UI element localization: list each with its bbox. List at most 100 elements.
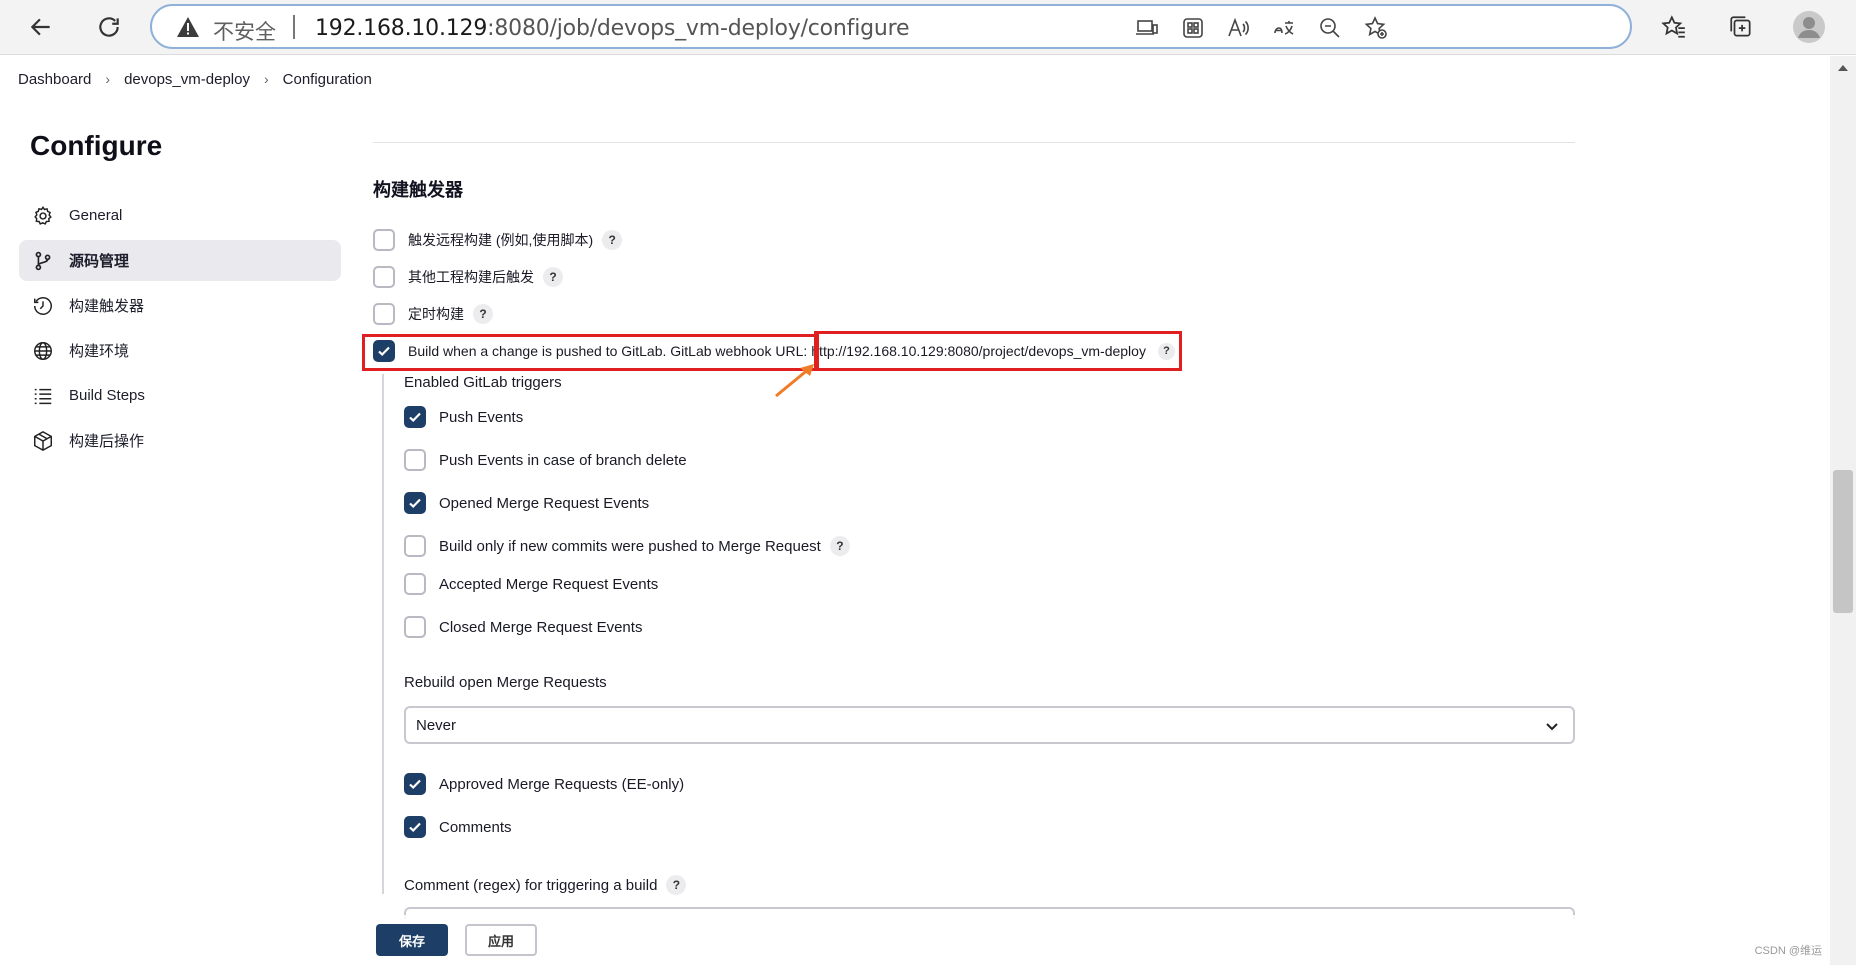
- event-push-branch-delete[interactable]: Push Events in case of branch delete: [404, 449, 687, 471]
- event-new-commits-mr[interactable]: Build only if new commits were pushed to…: [404, 535, 850, 557]
- sidebar-item-label: 源码管理: [69, 253, 130, 270]
- checkbox[interactable]: [404, 573, 426, 595]
- event-comments[interactable]: Comments: [404, 816, 512, 838]
- address-separator: [293, 15, 295, 39]
- read-aloud-icon[interactable]: [1225, 15, 1251, 41]
- checkbox[interactable]: [404, 449, 426, 471]
- rebuild-mr-select[interactable]: Never: [404, 706, 1575, 744]
- sidebar-item-label: Build Steps: [69, 387, 145, 404]
- event-accepted-mr[interactable]: Accepted Merge Request Events: [404, 573, 658, 595]
- sidebar-item-triggers[interactable]: 构建触发器: [19, 285, 341, 326]
- url-text[interactable]: 192.168.10.129:8080/job/devops_vm-deploy…: [315, 16, 910, 41]
- bottom-action-bar: [0, 915, 1830, 965]
- enabled-triggers-label: Enabled GitLab triggers: [404, 374, 562, 391]
- app-grid-icon[interactable]: [1180, 15, 1206, 41]
- chevron-right-icon: ›: [263, 71, 269, 87]
- trigger-label: 其他工程构建后触发: [408, 269, 534, 285]
- breadcrumb-dashboard[interactable]: Dashboard: [18, 71, 91, 88]
- rebuild-mr-label: Rebuild open Merge Requests: [404, 674, 607, 691]
- breadcrumb-configuration[interactable]: Configuration: [283, 71, 372, 88]
- sidebar-item-environment[interactable]: 构建环境: [19, 330, 341, 371]
- check-icon: [409, 412, 421, 423]
- insecure-label[interactable]: 不安全: [213, 16, 276, 46]
- sidebar-item-general[interactable]: General: [19, 195, 341, 236]
- check-icon: [409, 822, 421, 833]
- page-title: Configure: [30, 130, 163, 161]
- select-value: Never: [416, 717, 457, 734]
- trigger-label: 定时构建: [408, 306, 464, 322]
- trigger-periodic-build[interactable]: 定时构建 ?: [373, 303, 493, 325]
- branch-icon: [31, 249, 55, 273]
- checkbox[interactable]: [373, 303, 395, 325]
- watermark: CSDN @维运: [1754, 945, 1822, 957]
- sidebar-item-label: 构建触发器: [69, 298, 145, 315]
- help-icon[interactable]: ?: [473, 304, 493, 324]
- checkbox[interactable]: [404, 616, 426, 638]
- sidebar-item-scm[interactable]: 源码管理: [19, 240, 341, 281]
- scrollbar-thumb[interactable]: [1833, 470, 1853, 613]
- annotation-arrow: [775, 364, 814, 398]
- checkbox-checked[interactable]: [404, 406, 426, 428]
- checkbox-checked[interactable]: [404, 816, 426, 838]
- add-favorite-icon[interactable]: [1363, 15, 1389, 41]
- event-label: Build only if new commits were pushed to…: [439, 537, 821, 555]
- checkbox-checked[interactable]: [404, 773, 426, 795]
- event-opened-mr[interactable]: Opened Merge Request Events: [404, 492, 649, 514]
- warning-icon[interactable]: [176, 16, 200, 43]
- trigger-after-other-projects[interactable]: 其他工程构建后触发 ?: [373, 266, 563, 288]
- event-push[interactable]: Push Events: [404, 406, 523, 428]
- collections-icon[interactable]: [1725, 11, 1757, 43]
- help-icon[interactable]: ?: [666, 875, 687, 895]
- checkbox[interactable]: [404, 535, 426, 557]
- chevron-right-icon: ›: [105, 71, 111, 87]
- clock-icon: [31, 294, 55, 318]
- event-label: Opened Merge Request Events: [439, 494, 650, 512]
- help-icon[interactable]: ?: [829, 536, 850, 556]
- profile-avatar-icon[interactable]: [1793, 11, 1825, 43]
- sidebar-item-label: General: [69, 207, 123, 224]
- list-icon: [31, 384, 55, 408]
- help-icon[interactable]: ?: [602, 230, 623, 250]
- checkbox[interactable]: [373, 266, 395, 288]
- event-label: Accepted Merge Request Events: [439, 575, 659, 593]
- arrow-left-icon: [30, 18, 50, 36]
- apply-button[interactable]: 应用: [465, 924, 537, 956]
- translate-icon[interactable]: [1271, 15, 1297, 41]
- url-host: 192.168.10.129: [315, 16, 488, 41]
- check-icon: [409, 779, 421, 790]
- sidebar-item-post-build[interactable]: 构建后操作: [19, 420, 341, 461]
- comment-regex-label-row: Comment (regex) for triggering a build ?: [404, 875, 687, 895]
- checkbox-checked[interactable]: [404, 492, 426, 514]
- chevron-down-icon: [1543, 717, 1561, 740]
- zoom-icon[interactable]: [1317, 15, 1343, 41]
- address-bar[interactable]: 不安全 192.168.10.129:8080/job/devops_vm-de…: [150, 4, 1632, 49]
- globe-icon: [31, 339, 55, 363]
- back-button[interactable]: [22, 8, 60, 46]
- breadcrumb: Dashboard › devops_vm-deploy › Configura…: [0, 56, 1830, 102]
- refresh-icon: [99, 17, 119, 37]
- gear-icon: [31, 204, 55, 228]
- event-label: Approved Merge Requests (EE-only): [439, 775, 685, 793]
- favorites-icon[interactable]: [1658, 11, 1690, 43]
- event-label: Closed Merge Request Events: [439, 618, 643, 636]
- url-path: :8080/job/devops_vm-deploy/configure: [487, 16, 910, 41]
- refresh-button[interactable]: [90, 8, 128, 46]
- checkbox[interactable]: [373, 229, 395, 251]
- event-label: Comments: [439, 818, 512, 836]
- trigger-remote-build[interactable]: 触发远程构建 (例如,使用脚本) ?: [373, 229, 623, 251]
- highlight-box-trigger: [362, 334, 819, 371]
- event-approved-mr[interactable]: Approved Merge Requests (EE-only): [404, 773, 684, 795]
- sidebar-item-label: 构建后操作: [69, 433, 145, 450]
- help-icon[interactable]: ?: [543, 267, 563, 287]
- device-icon[interactable]: [1134, 15, 1160, 41]
- scroll-up-icon[interactable]: [1837, 64, 1849, 72]
- breadcrumb-job[interactable]: devops_vm-deploy: [124, 71, 250, 88]
- browser-toolbar: 不安全 192.168.10.129:8080/job/devops_vm-de…: [0, 0, 1856, 55]
- sidebar-item-build-steps[interactable]: Build Steps: [19, 375, 341, 416]
- comment-regex-label: Comment (regex) for triggering a build: [404, 876, 658, 894]
- event-label: Push Events: [439, 408, 524, 426]
- event-label: Push Events in case of branch delete: [439, 451, 687, 469]
- event-closed-mr[interactable]: Closed Merge Request Events: [404, 616, 642, 638]
- highlight-box-webhook-url: [814, 331, 1182, 371]
- save-button[interactable]: 保存: [376, 924, 448, 956]
